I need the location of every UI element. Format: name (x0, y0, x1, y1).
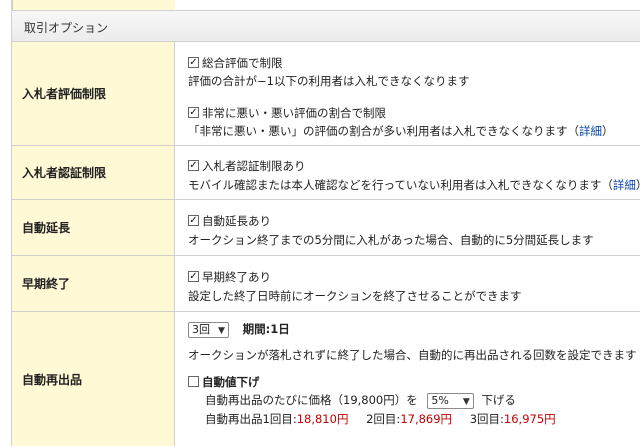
row-bidder-auth-limit: 入札者認証制限 入札者認証制限あり モバイル確認または本人確認などを行っていない… (12, 146, 640, 200)
row-content: 3回 ▼ 期間:1日 オークションが落札されずに終了した場合、自動的に再出品される… (175, 312, 640, 446)
section-title: 取引オプション (24, 21, 109, 35)
option-overall-rating[interactable]: 総合評価で制限 (188, 55, 283, 71)
checkbox-auth-limit[interactable] (188, 160, 199, 171)
option-auto-discount[interactable]: 自動値下げ (188, 374, 260, 390)
option-auth-limit[interactable]: 入札者認証制限あり (188, 158, 306, 174)
checkbox-label: 早期終了あり (202, 270, 271, 284)
discount-setting-line: 自動再出品のたびに価格（19,800円）を 5% ▼ 下げる (205, 392, 516, 409)
option-description: モバイル確認または本人確認などを行っていない利用者は入札できなくなります（詳細） (188, 177, 640, 193)
schedule-value: 18,810円 (296, 412, 349, 426)
details-link[interactable]: 詳細 (579, 124, 602, 138)
row-bidder-rating-limit: 入札者評価制限 総合評価で制限 評価の合計が−1以下の利用者は入札できなくなりま… (12, 42, 640, 146)
checkbox-label: 入札者認証制限あり (202, 159, 306, 173)
row-label: 自動再出品 (12, 312, 175, 446)
schedule-label: 2回目: (366, 412, 401, 426)
row-early-end: 早期終了 早期終了あり 設定した終了日時前にオークションを終了させることができま… (12, 256, 640, 312)
schedule-label: 3回目: (469, 412, 504, 426)
row-label: 早期終了 (12, 256, 175, 311)
checkbox-overall-rating[interactable] (188, 57, 199, 68)
section-header: 取引オプション (12, 10, 640, 42)
checkbox-auto-discount[interactable] (188, 376, 199, 387)
checkbox-bad-ratio[interactable] (188, 107, 199, 118)
desc-text: 下げる (481, 393, 516, 407)
row-auto-extend: 自動延長 自動延長あり オークション終了までの5分間に入札があった場合、自動的に… (12, 200, 640, 256)
row-label: 入札者認証制限 (12, 146, 175, 199)
checkbox-label: 総合評価で制限 (202, 56, 283, 70)
desc-text: モバイル確認または本人確認などを行っていない利用者は入札できなくなります（ (188, 178, 613, 192)
option-auto-extend[interactable]: 自動延長あり (188, 213, 271, 229)
top-strip (0, 0, 640, 10)
desc-text: ） (636, 178, 640, 192)
checkbox-label: 自動延長あり (202, 214, 271, 228)
schedule-label: 自動再出品1回目: (205, 412, 297, 426)
discount-schedule-line: 自動再出品1回目:18,810円 2回目:17,869円 3回目:16,975円 (205, 411, 556, 427)
relist-count-line: 3回 ▼ 期間:1日 (188, 321, 290, 338)
schedule-value: 16,975円 (503, 412, 556, 426)
option-early-end[interactable]: 早期終了あり (188, 269, 271, 285)
desc-text: ） (602, 124, 614, 138)
period-label: 期間: (242, 322, 271, 336)
checkbox-early-end[interactable] (188, 271, 199, 282)
chevron-down-icon: ▼ (218, 325, 225, 336)
row-label: 自動延長 (12, 200, 175, 255)
row-content: 総合評価で制限 評価の合計が−1以下の利用者は入札できなくなります 非常に悪い・… (175, 42, 640, 145)
row-auto-relist: 自動再出品 3回 ▼ 期間:1日 オークションが落札されずに終了した場合、自動的に… (12, 312, 640, 446)
discount-rate-select[interactable]: 5% ▼ (427, 392, 474, 409)
option-description: オークション終了までの5分間に入札があった場合、自動的に5分間延長します (188, 233, 594, 247)
chevron-down-icon: ▼ (462, 396, 470, 407)
details-link[interactable]: 詳細 (613, 178, 636, 192)
option-description: 「非常に悪い・悪い」の評価の割合が多い利用者は入札できなくなります（詳細） (188, 123, 614, 139)
select-value: 3回 (192, 322, 210, 336)
option-description: 設定した終了日時前にオークションを終了させることができます (188, 289, 522, 303)
row-content: 自動延長あり オークション終了までの5分間に入札があった場合、自動的に5分間延長… (175, 200, 640, 255)
option-description: 評価の合計が−1以下の利用者は入札できなくなります (188, 74, 470, 88)
row-label: 入札者評価制限 (12, 42, 175, 145)
row-content: 入札者認証制限あり モバイル確認または本人確認などを行っていない利用者は入札でき… (175, 146, 640, 199)
period-value: 1日 (270, 322, 290, 336)
row-content: 早期終了あり 設定した終了日時前にオークションを終了させることができます (175, 256, 640, 311)
option-bad-ratio[interactable]: 非常に悪い・悪い評価の割合で制限 (188, 105, 386, 121)
desc-text: ）を (394, 393, 418, 407)
desc-text: 「非常に悪い・悪い」の評価の割合が多い利用者は入札できなくなります（ (188, 124, 579, 138)
checkbox-label: 非常に悪い・悪い評価の割合で制限 (202, 106, 386, 120)
checkbox-label: 自動値下げ (202, 375, 260, 389)
checkbox-auto-extend[interactable] (188, 215, 199, 226)
price-value: 19,800円 (343, 393, 395, 407)
select-value: 5% (431, 393, 449, 407)
option-description: オークションが落札されずに終了した場合、自動的に再出品される回数を設定できます (188, 348, 637, 362)
schedule-value: 17,869円 (400, 412, 453, 426)
desc-text: 自動再出品のたびに価格（ (205, 393, 343, 407)
relist-count-select[interactable]: 3回 ▼ (188, 321, 229, 338)
